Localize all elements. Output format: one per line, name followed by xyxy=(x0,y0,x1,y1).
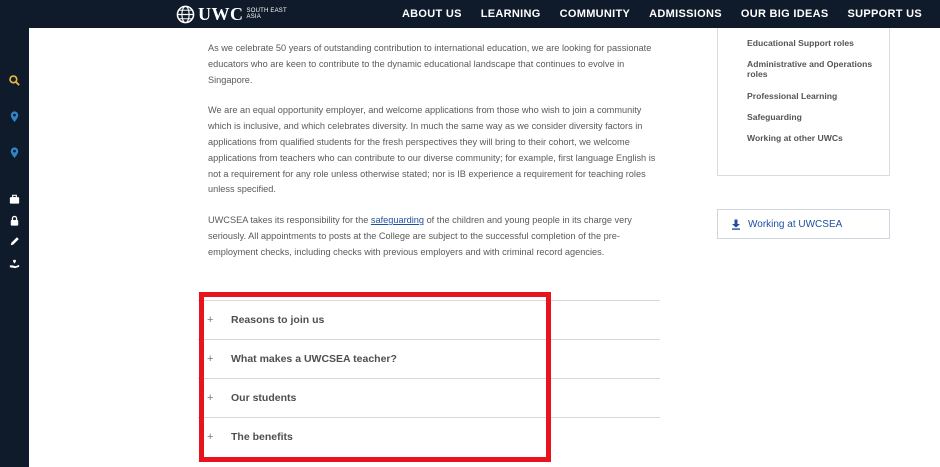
equal-opportunity-paragraph: We are an equal opportunity employer, an… xyxy=(208,105,656,195)
download-working-at-uwcsea[interactable]: Working at UWCSEA xyxy=(717,209,890,239)
nav-admissions[interactable]: ADMISSIONS xyxy=(649,8,722,20)
location-pin-icon[interactable] xyxy=(8,110,21,123)
briefcase-icon[interactable] xyxy=(8,193,21,206)
sidebar-link-safeguarding[interactable]: Safeguarding xyxy=(747,112,877,122)
nav-support-us[interactable]: SUPPORT US xyxy=(847,8,922,20)
lock-icon[interactable] xyxy=(8,214,21,227)
pencil-icon[interactable] xyxy=(8,235,21,248)
location-pin-icon[interactable] xyxy=(8,146,21,159)
download-icon xyxy=(732,219,740,230)
search-icon[interactable] xyxy=(8,74,21,87)
safeguarding-paragraph: UWCSEA takes its responsibility for the … xyxy=(208,213,660,260)
main-content: As we celebrate 50 years of outstanding … xyxy=(208,41,660,276)
logo-subtitle: SOUTH EAST ASIA xyxy=(247,8,287,20)
nav-about-us[interactable]: ABOUT US xyxy=(402,8,462,20)
sidebar-menu-box xyxy=(717,28,890,176)
logo-wordmark: UWC xyxy=(198,4,244,24)
nav-community[interactable]: COMMUNITY xyxy=(560,8,631,20)
nav-learning[interactable]: LEARNING xyxy=(481,8,541,20)
sidebar-link-educational-support[interactable]: Educational Support roles xyxy=(747,38,877,48)
logo-subtitle-line2: ASIA xyxy=(246,14,261,20)
globe-icon xyxy=(176,5,195,23)
safeguarding-link[interactable]: safeguarding xyxy=(371,215,424,225)
sidebar-link-professional-learning[interactable]: Professional Learning xyxy=(747,91,877,101)
nav-our-big-ideas[interactable]: OUR BIG IDEAS xyxy=(741,8,829,20)
intro-paragraph: As we celebrate 50 years of outstanding … xyxy=(208,43,652,85)
main-nav: ABOUT US LEARNING COMMUNITY ADMISSIONS O… xyxy=(402,0,940,28)
sidebar-link-other-uwcs[interactable]: Working at other UWCs xyxy=(747,133,877,143)
safeguarding-text-start: UWCSEA takes its responsibility for the xyxy=(208,215,371,226)
left-icon-rail xyxy=(0,28,29,467)
uwcsea-logo[interactable]: UWC SOUTH EAST ASIA xyxy=(176,4,287,24)
hand-heart-icon[interactable] xyxy=(8,257,21,270)
sidebar-link-administrative[interactable]: Administrative and Operations roles xyxy=(747,59,877,79)
highlight-box xyxy=(199,292,551,462)
top-navigation-bar: UWC SOUTH EAST ASIA ABOUT US LEARNING CO… xyxy=(0,0,940,28)
download-label: Working at UWCSEA xyxy=(748,218,843,230)
